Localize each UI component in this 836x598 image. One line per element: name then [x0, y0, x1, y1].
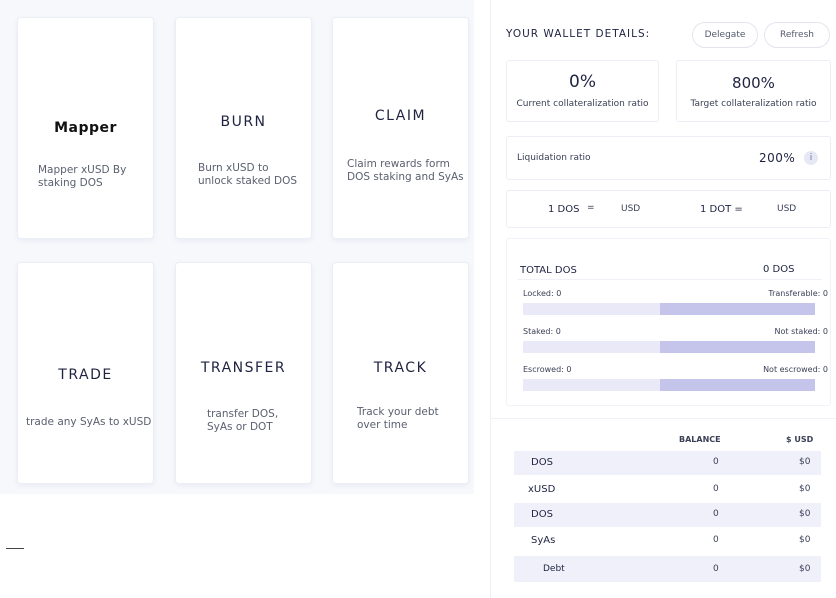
refresh-button[interactable]: Refresh — [764, 22, 830, 48]
asset-name: DOS — [531, 457, 553, 468]
bar-fill — [660, 341, 815, 353]
escrowed-label: Escrowed: 0 — [523, 365, 572, 374]
not-staked-label: Not staked: 0 — [774, 327, 828, 336]
rate-dos-equals: = — [587, 203, 595, 213]
asset-usd: $0 — [799, 564, 811, 574]
asset-balance: 0 — [713, 484, 719, 494]
exchange-rate-box: 1 DOS = USD 1 DOT = USD — [506, 190, 831, 228]
total-dos-label: TOTAL DOS — [520, 265, 577, 276]
table-row: xUSD 0 $0 — [514, 478, 821, 502]
asset-name: DOS — [531, 509, 553, 520]
card-desc: trade any SyAs to xUSD — [26, 416, 152, 428]
card-claim[interactable]: CLAIM Claim rewards form DOS staking and … — [332, 17, 469, 239]
asset-balance: 0 — [713, 457, 719, 467]
wallet-title: YOUR WALLET DETAILS: — [506, 28, 651, 40]
card-desc: Claim rewards form DOS staking and SyAs — [347, 158, 464, 183]
bar-fill — [660, 379, 815, 391]
asset-usd: $0 — [799, 484, 811, 494]
table-row: DOS 0 $0 — [514, 503, 821, 527]
card-track[interactable]: TRACK Track your debt over time — [332, 262, 469, 484]
bar-fill — [660, 303, 815, 315]
card-desc: Mapper xUSD By staking DOS — [38, 164, 127, 189]
card-title: Mapper — [54, 120, 117, 136]
locked-bar — [523, 303, 815, 315]
staked-label: Staked: 0 — [523, 327, 561, 336]
liquidation-value: 200% — [759, 151, 796, 165]
table-row: SyAs 0 $0 — [514, 529, 821, 553]
asset-name: Debt — [543, 564, 565, 574]
card-title: TRANSFER — [200, 360, 287, 376]
target-ratio-value: 800% — [732, 74, 775, 92]
rate-dot-unit: USD — [777, 204, 797, 214]
rate-dos-label: 1 DOS — [548, 204, 580, 215]
card-desc: Track your debt over time — [357, 406, 439, 431]
locked-label: Locked: 0 — [523, 289, 562, 298]
asset-usd: $0 — [799, 457, 811, 467]
card-title: CLAIM — [374, 108, 427, 124]
card-burn[interactable]: BURN Burn xUSD to unlock staked DOS — [175, 17, 312, 239]
table-row: DOS 0 $0 — [514, 451, 821, 475]
card-desc: Burn xUSD to unlock staked DOS — [198, 162, 298, 187]
delegate-button[interactable]: Delegate — [692, 22, 758, 48]
card-desc: transfer DOS, SyAs or DOT — [207, 408, 279, 433]
current-ratio-value: 0% — [569, 72, 596, 92]
table-row: Debt 0 $0 — [514, 556, 821, 582]
current-ratio-box: 0% Current collateralization ratio — [506, 60, 659, 122]
balance-table: BALANCE $ USD DOS 0 $0 xUSD 0 $0 DOS 0 $… — [491, 418, 836, 598]
asset-balance: 0 — [713, 509, 719, 519]
not-escrowed-label: Not escrowed: 0 — [763, 365, 828, 374]
escrowed-bar — [523, 379, 815, 391]
card-transfer[interactable]: TRANSFER transfer DOS, SyAs or DOT — [175, 262, 312, 484]
rate-dot-label: 1 DOT = — [700, 204, 743, 215]
staked-bar — [523, 341, 815, 353]
divider — [517, 279, 822, 280]
total-dos-value: 0 DOS — [763, 264, 795, 275]
divider-line — [6, 548, 24, 549]
card-trade[interactable]: TRADE trade any SyAs to xUSD — [17, 262, 154, 484]
liquidation-label: Liquidation ratio — [517, 153, 591, 163]
card-title: BURN — [220, 114, 267, 130]
card-title: TRACK — [373, 360, 428, 376]
card-mapper[interactable]: Mapper Mapper xUSD By staking DOS — [17, 17, 154, 239]
rate-dos-unit: USD — [621, 204, 641, 214]
target-ratio-label: Target collateralization ratio — [690, 99, 817, 109]
card-title: TRADE — [58, 367, 113, 383]
asset-usd: $0 — [799, 509, 811, 519]
total-dos-box: TOTAL DOS 0 DOS Locked: 0 Transferable: … — [506, 238, 831, 406]
col-usd-header: $ USD — [786, 435, 814, 444]
col-balance-header: BALANCE — [679, 435, 721, 444]
asset-name: xUSD — [528, 484, 556, 495]
current-ratio-label: Current collateralization ratio — [516, 99, 649, 109]
liquidation-box: Liquidation ratio 200% i — [506, 136, 831, 180]
info-icon[interactable]: i — [804, 151, 818, 165]
asset-usd: $0 — [799, 535, 811, 545]
asset-balance: 0 — [713, 535, 719, 545]
asset-name: SyAs — [531, 535, 556, 546]
target-ratio-box: 800% Target collateralization ratio — [676, 60, 831, 122]
action-cards-panel: Mapper Mapper xUSD By staking DOS BURN Bu… — [0, 0, 474, 494]
transferable-label: Transferable: 0 — [768, 289, 828, 298]
asset-balance: 0 — [713, 564, 719, 574]
wallet-panel: YOUR WALLET DETAILS: Delegate Refresh 0%… — [490, 0, 836, 598]
